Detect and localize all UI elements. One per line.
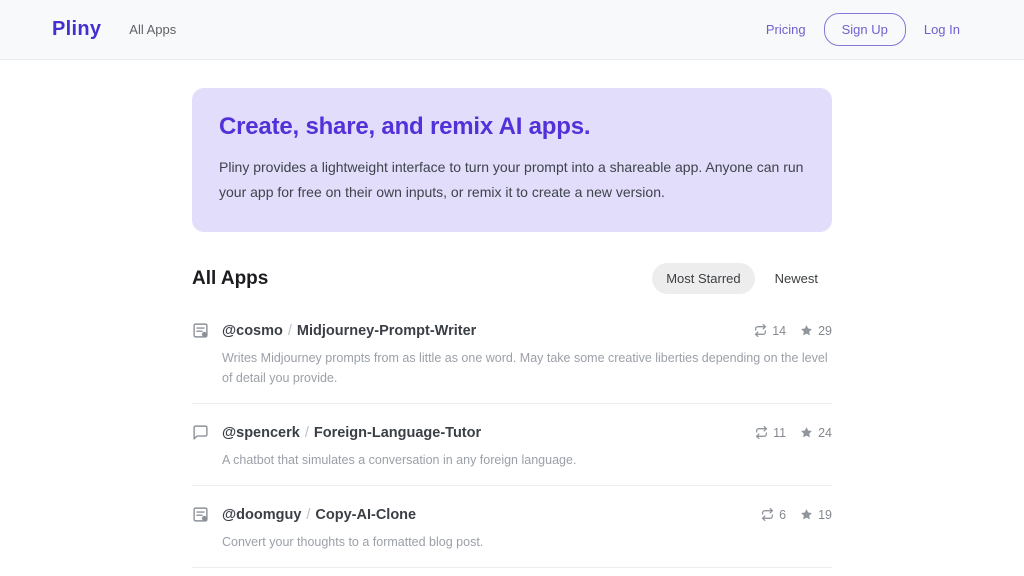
chat-bubble-icon: [192, 424, 209, 441]
app-description: Writes Midjourney prompts from as little…: [222, 348, 828, 388]
filter-most-starred[interactable]: Most Starred: [652, 263, 754, 294]
remix-count: 14: [754, 324, 786, 338]
star-icon: [800, 426, 813, 439]
app-list: @cosmo / Midjourney-Prompt-Writer 14 29 Wr…: [192, 302, 832, 576]
app-name: Foreign-Language-Tutor: [314, 425, 481, 441]
remix-icon: [755, 426, 768, 439]
signup-button[interactable]: Sign Up: [824, 13, 906, 46]
star-icon: [800, 324, 813, 337]
list-header: All Apps Most Starred Newest: [192, 263, 832, 294]
star-icon: [800, 508, 813, 521]
app-stats: 14 29: [754, 324, 832, 338]
hero-banner: Create, share, and remix AI apps. Pliny …: [192, 88, 832, 232]
app-title-link[interactable]: @doomguy / Copy-AI-Clone: [222, 507, 416, 523]
app-stats: 11 24: [755, 426, 832, 440]
nav-link-all-apps[interactable]: All Apps: [129, 22, 176, 37]
app-description: A chatbot that simulates a conversation …: [222, 450, 828, 470]
title-separator: /: [306, 507, 310, 523]
app-author: @cosmo: [222, 323, 283, 339]
app-title-link[interactable]: @cosmo / Midjourney-Prompt-Writer: [222, 323, 476, 339]
top-nav: Pliny All Apps Pricing Sign Up Log In: [0, 0, 1024, 60]
main-content: Create, share, and remix AI apps. Pliny …: [192, 88, 832, 576]
document-badge-icon: [192, 506, 209, 523]
title-separator: /: [305, 425, 309, 441]
app-author: @doomguy: [222, 507, 301, 523]
hero-title: Create, share, and remix AI apps.: [219, 113, 805, 141]
app-row[interactable]: @biw/explain-anything 10 19: [192, 568, 832, 576]
document-badge-icon: [192, 322, 209, 339]
hero-description: Pliny provides a lightweight interface t…: [219, 155, 805, 205]
all-apps-heading: All Apps: [192, 268, 268, 290]
remix-icon: [754, 324, 767, 337]
app-row-main: @doomguy / Copy-AI-Clone 6 19: [192, 506, 832, 523]
app-row-main: @cosmo / Midjourney-Prompt-Writer 14 29: [192, 322, 832, 339]
app-name: Copy-AI-Clone: [315, 507, 416, 523]
sort-filters: Most Starred Newest: [652, 263, 832, 294]
star-count: 29: [800, 324, 832, 338]
star-count: 19: [800, 508, 832, 522]
app-row[interactable]: @cosmo / Midjourney-Prompt-Writer 14 29 Wr…: [192, 302, 832, 404]
remix-count: 6: [761, 508, 786, 522]
filter-newest[interactable]: Newest: [761, 263, 832, 294]
app-stats: 6 19: [761, 508, 832, 522]
title-separator: /: [288, 323, 292, 339]
app-title-link[interactable]: @spencerk / Foreign-Language-Tutor: [222, 425, 481, 441]
star-count: 24: [800, 426, 832, 440]
app-row[interactable]: @doomguy / Copy-AI-Clone 6 19 Convert your…: [192, 486, 832, 568]
app-name: Midjourney-Prompt-Writer: [297, 323, 476, 339]
app-description: Convert your thoughts to a formatted blo…: [222, 532, 828, 552]
remix-count: 11: [755, 426, 786, 440]
remix-icon: [761, 508, 774, 521]
nav-actions: Pricing Sign Up Log In: [766, 13, 960, 46]
pricing-link[interactable]: Pricing: [766, 22, 806, 37]
app-author: @spencerk: [222, 425, 300, 441]
app-row-main: @spencerk / Foreign-Language-Tutor 11 24: [192, 424, 832, 441]
login-link[interactable]: Log In: [924, 22, 960, 37]
app-row[interactable]: @spencerk / Foreign-Language-Tutor 11 24 A…: [192, 404, 832, 486]
pliny-logo[interactable]: Pliny: [52, 18, 101, 41]
